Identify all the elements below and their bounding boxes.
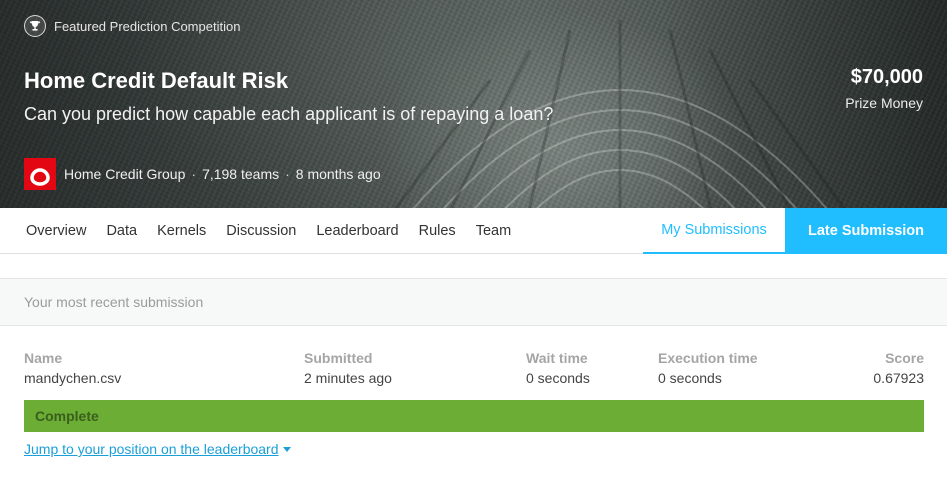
wait-time-column: Wait time 0 seconds [526, 350, 590, 386]
tab-overview[interactable]: Overview [26, 223, 86, 239]
tab-discussion[interactable]: Discussion [226, 223, 296, 239]
tab-kernels[interactable]: Kernels [157, 223, 206, 239]
status-bar: Complete [24, 400, 924, 432]
featured-badge: Featured Prediction Competition [24, 15, 240, 37]
submitted-column: Submitted 2 minutes ago [304, 350, 392, 386]
host-name[interactable]: Home Credit Group [64, 166, 185, 182]
competition-header: Featured Prediction Competition Home Cre… [0, 0, 947, 208]
file-name: mandychen.csv [24, 370, 122, 386]
prize-amount: $70,000 [850, 66, 923, 88]
late-submission-button[interactable]: Late Submission [785, 208, 947, 254]
host-info: Home Credit Group · 7,198 teams · 8 mont… [24, 158, 381, 190]
status-label: Complete [35, 408, 99, 424]
submitted-label: Submitted [304, 350, 373, 366]
wait-time-value: 0 seconds [526, 370, 590, 386]
nav-tabs: Overview Data Kernels Discussion Leaderb… [26, 208, 531, 253]
score-column: Score 0.67923 [873, 350, 924, 386]
team-count[interactable]: 7,198 teams [202, 166, 279, 182]
score-label: Score [885, 350, 924, 366]
caret-down-icon [282, 446, 291, 452]
competition-age: 8 months ago [295, 166, 381, 182]
competition-subtitle: Can you predict how capable each applica… [24, 104, 554, 124]
home-credit-logo[interactable] [24, 158, 56, 190]
separator: · [285, 166, 290, 182]
name-label: Name [24, 350, 63, 366]
featured-label: Featured Prediction Competition [54, 18, 241, 34]
prize-label: Prize Money [845, 95, 923, 111]
separator: · [191, 166, 197, 182]
jump-link-label: Jump to your position on the leaderboard [24, 441, 279, 457]
competition-title: Home Credit Default Risk [24, 68, 289, 93]
competition-nav: Overview Data Kernels Discussion Leaderb… [0, 208, 947, 254]
jump-to-leaderboard-link[interactable]: Jump to your position on the leaderboard [24, 441, 291, 457]
tab-leaderboard[interactable]: Leaderboard [316, 223, 398, 239]
execution-time-label: Execution time [658, 350, 758, 366]
wait-time-label: Wait time [526, 350, 588, 366]
execution-time-column: Execution time 0 seconds [658, 350, 758, 386]
submitted-value: 2 minutes ago [304, 370, 392, 386]
execution-time-value: 0 seconds [658, 370, 722, 386]
score-value: 0.67923 [873, 370, 924, 386]
tab-rules[interactable]: Rules [419, 223, 456, 239]
recent-submission-header: Your most recent submission [0, 278, 947, 326]
tab-team[interactable]: Team [476, 223, 511, 239]
tab-data[interactable]: Data [106, 223, 137, 239]
trophy-icon [24, 15, 46, 37]
submission-details: Name mandychen.csv Submitted 2 minutes a… [0, 350, 947, 390]
prize-block: $70,000 Prize Money [845, 66, 923, 111]
tab-my-submissions[interactable]: My Submissions [643, 208, 785, 254]
name-column: Name mandychen.csv [24, 350, 121, 386]
